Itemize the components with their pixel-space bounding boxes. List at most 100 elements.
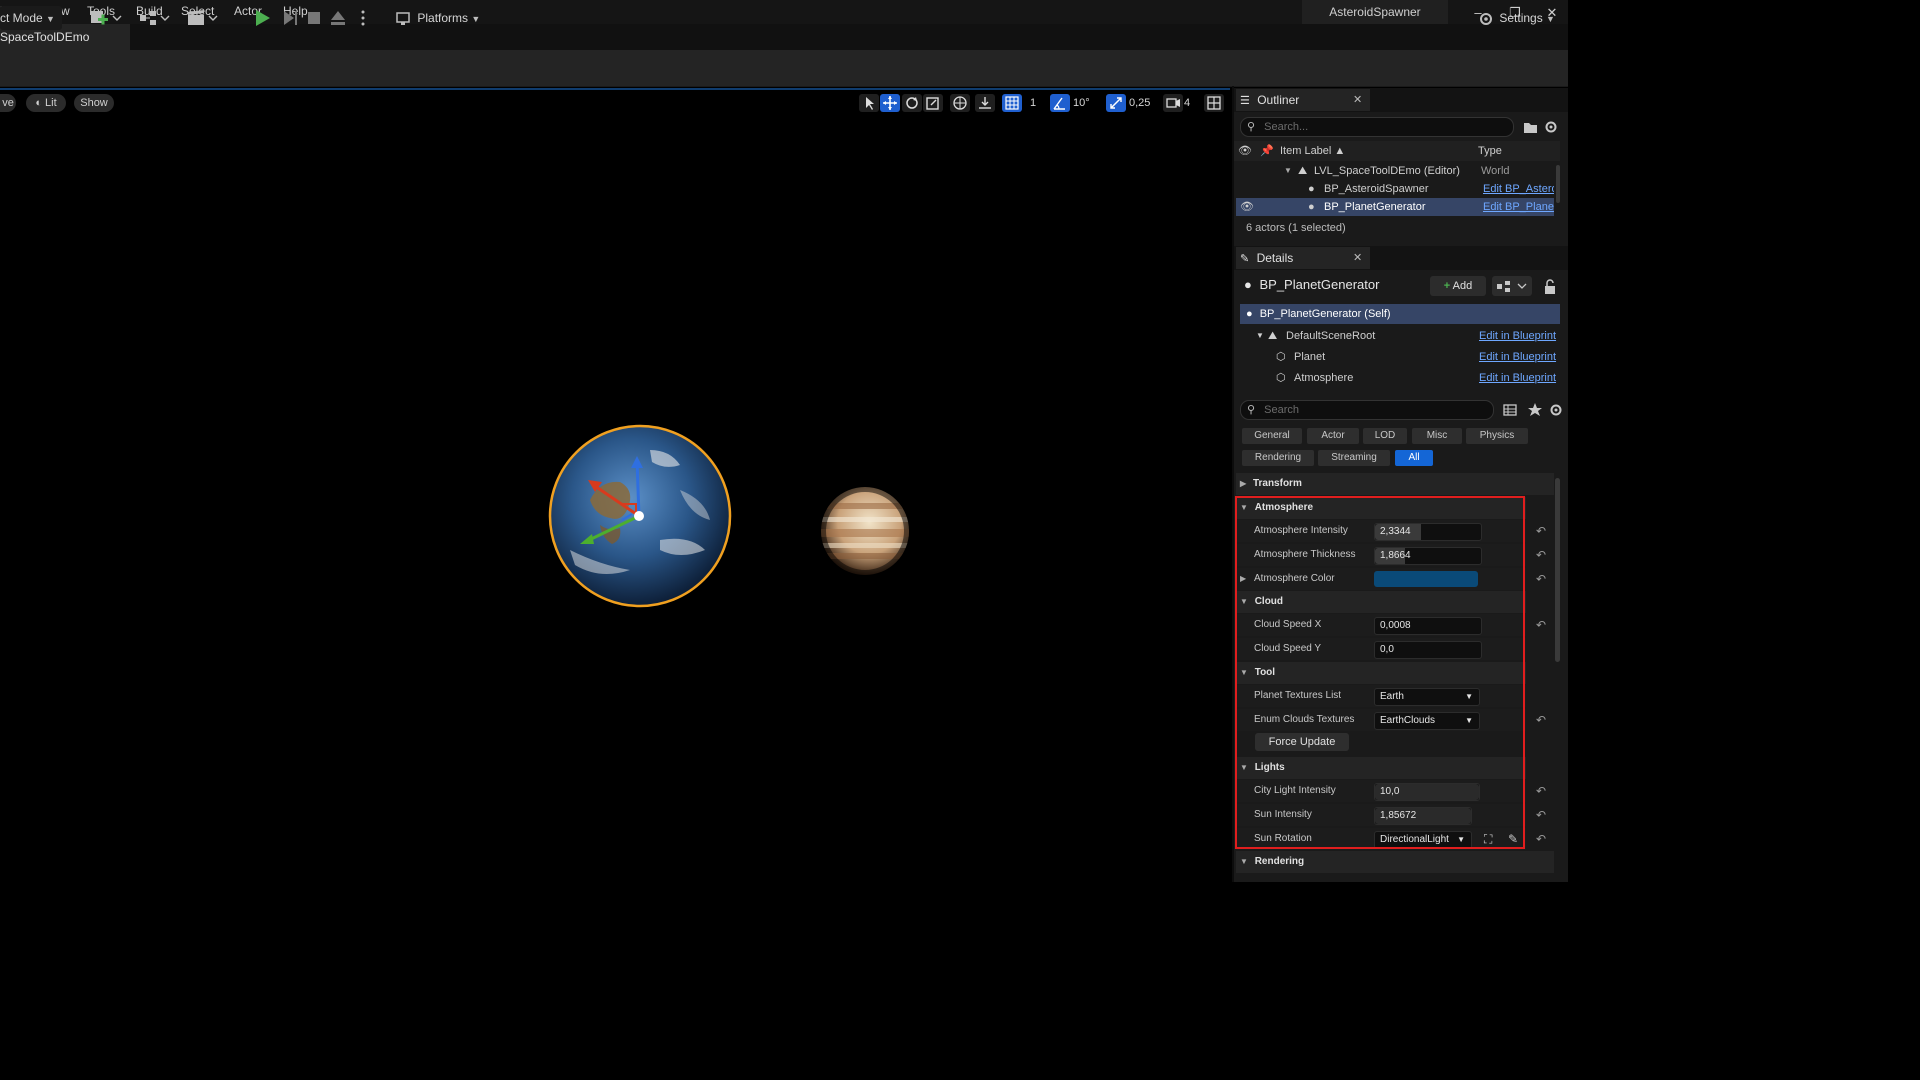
section-lights[interactable]: ▼ Lights — [1236, 757, 1526, 779]
blueprints-button[interactable] — [137, 6, 171, 30]
camera-speed-button[interactable] — [1163, 94, 1183, 112]
add-actor-button[interactable] — [88, 6, 122, 30]
outliner-scrollbar[interactable] — [1556, 165, 1560, 203]
eject-button[interactable] — [328, 6, 348, 30]
clouds-textures-dropdown[interactable]: EarthClouds ▼ — [1374, 712, 1480, 730]
view-mode-button[interactable]: ◐ Lit — [26, 94, 66, 112]
stop-button[interactable] — [304, 6, 324, 30]
outliner-tab[interactable]: ☰ Outliner — [1236, 89, 1370, 111]
component-row-atmosphere[interactable]: ⬡ Atmosphere Edit in Blueprint — [1240, 368, 1560, 388]
camera-speed-value[interactable]: 4 — [1184, 94, 1194, 112]
select-mode-button[interactable] — [859, 94, 879, 112]
browse-to-actor-icon[interactable]: ⛶ — [1484, 828, 1492, 850]
close-icon[interactable]: ✕ — [1353, 251, 1362, 264]
section-tool[interactable]: ▼ Tool — [1236, 662, 1526, 684]
rotation-snap-value[interactable]: 10° — [1073, 94, 1095, 112]
filter-physics[interactable]: Physics — [1466, 428, 1528, 444]
component-row-default-scene-root[interactable]: ▼ ⛰ DefaultSceneRoot Edit in Blueprint — [1240, 326, 1560, 346]
filter-lod[interactable]: LOD — [1363, 428, 1407, 444]
cloud-speed-x-input[interactable]: 0,0008 — [1374, 617, 1482, 635]
add-folder-button[interactable] — [1522, 118, 1538, 136]
viewport-layout-button[interactable] — [1204, 94, 1224, 112]
edit-in-blueprint-link[interactable]: Edit in Blueprint — [1479, 326, 1556, 346]
component-row-planet[interactable]: ⬡ Planet Edit in Blueprint — [1240, 347, 1560, 367]
item-label-column[interactable]: Item Label ▲ — [1280, 141, 1345, 161]
edit-blueprint-link[interactable]: Edit BP_Astero — [1483, 180, 1554, 198]
favorites-button[interactable] — [1527, 401, 1543, 419]
reset-arrow-icon[interactable]: ↶ — [1536, 832, 1546, 846]
grid-snap-toggle[interactable] — [1002, 94, 1022, 112]
atmosphere-color-swatch[interactable] — [1374, 571, 1478, 587]
close-icon[interactable]: ✕ — [1353, 93, 1362, 106]
reset-arrow-icon[interactable]: ↶ — [1536, 784, 1546, 798]
property-matrix-button[interactable] — [1502, 401, 1518, 419]
play-options-button[interactable] — [356, 6, 370, 30]
lock-button[interactable] — [1542, 278, 1558, 296]
advance-frame-button[interactable] — [279, 6, 301, 30]
filter-misc[interactable]: Misc — [1412, 428, 1462, 444]
rotation-snap-toggle[interactable] — [1050, 94, 1070, 112]
section-rendering[interactable]: ▼ Rendering — [1236, 851, 1554, 873]
gas-giant-planet[interactable] — [815, 485, 915, 580]
outliner-row-planet-generator[interactable]: 👁 ● BP_PlanetGenerator Edit BP_Plane — [1236, 198, 1554, 216]
platforms-button[interactable]: Platforms ▼ — [394, 6, 486, 30]
filter-rendering[interactable]: Rendering — [1242, 450, 1314, 466]
filter-all[interactable]: All — [1395, 450, 1433, 466]
eyedropper-icon[interactable]: ✎ — [1508, 828, 1518, 850]
details-scrollbar[interactable] — [1555, 478, 1560, 662]
prop-label: Atmosphere Intensity — [1254, 525, 1348, 536]
reset-arrow-icon[interactable]: ↶ — [1536, 572, 1546, 586]
edit-in-blueprint-link[interactable]: Edit in Blueprint — [1479, 368, 1556, 388]
coordinate-system-button[interactable] — [950, 94, 970, 112]
filter-actor[interactable]: Actor — [1307, 428, 1359, 444]
outliner-search-input[interactable]: ⚲ Search... — [1240, 117, 1514, 137]
reset-arrow-icon[interactable]: ↶ — [1536, 808, 1546, 822]
atmosphere-thickness-input[interactable]: 1,8664 — [1374, 547, 1482, 565]
sun-rotation-dropdown[interactable]: DirectionalLight ▼ — [1374, 831, 1472, 849]
force-update-button[interactable]: Force Update — [1255, 733, 1349, 751]
reset-arrow-icon[interactable]: ↶ — [1536, 524, 1546, 538]
translate-mode-button[interactable] — [880, 94, 900, 112]
type-column[interactable]: Type — [1478, 141, 1502, 161]
section-atmosphere[interactable]: ▼ Atmosphere — [1236, 497, 1526, 519]
panel-splitter[interactable] — [1232, 86, 1234, 882]
cinematics-button[interactable] — [185, 6, 219, 30]
edit-in-blueprint-link[interactable]: Edit in Blueprint — [1479, 347, 1556, 367]
details-tab[interactable]: ✎ Details — [1236, 247, 1370, 269]
cloud-speed-y-input[interactable]: 0,0 — [1374, 641, 1482, 659]
filter-general[interactable]: General — [1242, 428, 1302, 444]
sun-intensity-input[interactable]: 1,85672 — [1374, 807, 1472, 825]
section-cloud[interactable]: ▼ Cloud — [1236, 591, 1526, 613]
earth-planet[interactable] — [540, 420, 740, 620]
details-settings-button[interactable] — [1548, 401, 1564, 419]
filter-streaming[interactable]: Streaming — [1318, 450, 1390, 466]
add-component-button[interactable]: + Add — [1430, 276, 1486, 296]
reset-arrow-icon[interactable]: ↶ — [1536, 548, 1546, 562]
scale-snap-value[interactable]: 0,25 — [1129, 94, 1155, 112]
surface-snapping-button[interactable] — [975, 94, 995, 112]
play-button[interactable] — [251, 6, 273, 30]
edit-blueprint-link[interactable]: Edit BP_Plane — [1483, 198, 1554, 216]
visibility-eye-icon[interactable]: 👁 — [1240, 198, 1254, 216]
scale-mode-button[interactable] — [923, 94, 943, 112]
reset-arrow-icon[interactable]: ↶ — [1536, 618, 1546, 632]
city-light-intensity-input[interactable]: 10,0 — [1374, 783, 1480, 801]
rotate-mode-button[interactable] — [902, 94, 922, 112]
mode-selector[interactable]: ct Mode ▼ — [0, 6, 62, 30]
component-row-self[interactable]: ● BP_PlanetGenerator (Self) — [1240, 304, 1560, 324]
scale-snap-toggle[interactable] — [1106, 94, 1126, 112]
prop-label: Cloud Speed Y — [1254, 643, 1322, 654]
reset-arrow-icon[interactable]: ↶ — [1536, 713, 1546, 727]
outliner-row-world[interactable]: ▼ ⛰ LVL_SpaceToolDEmo (Editor) World — [1236, 162, 1554, 180]
details-search-input[interactable]: ⚲ Search — [1240, 400, 1494, 420]
show-button[interactable]: Show — [74, 94, 114, 112]
collapsed-arrow-icon[interactable]: ▶ — [1240, 568, 1246, 590]
section-transform[interactable]: ▶ Transform — [1236, 473, 1554, 495]
settings-button[interactable]: Settings ▼ — [1476, 6, 1556, 30]
atmosphere-intensity-input[interactable]: 2,3344 — [1374, 523, 1482, 541]
blueprint-options-button[interactable] — [1492, 276, 1532, 296]
outliner-settings-button[interactable] — [1543, 118, 1559, 136]
outliner-row-asteroid-spawner[interactable]: ● BP_AsteroidSpawner Edit BP_Astero — [1236, 180, 1554, 198]
planet-textures-dropdown[interactable]: Earth ▼ — [1374, 688, 1480, 706]
grid-snap-value[interactable]: 1 — [1026, 94, 1040, 112]
